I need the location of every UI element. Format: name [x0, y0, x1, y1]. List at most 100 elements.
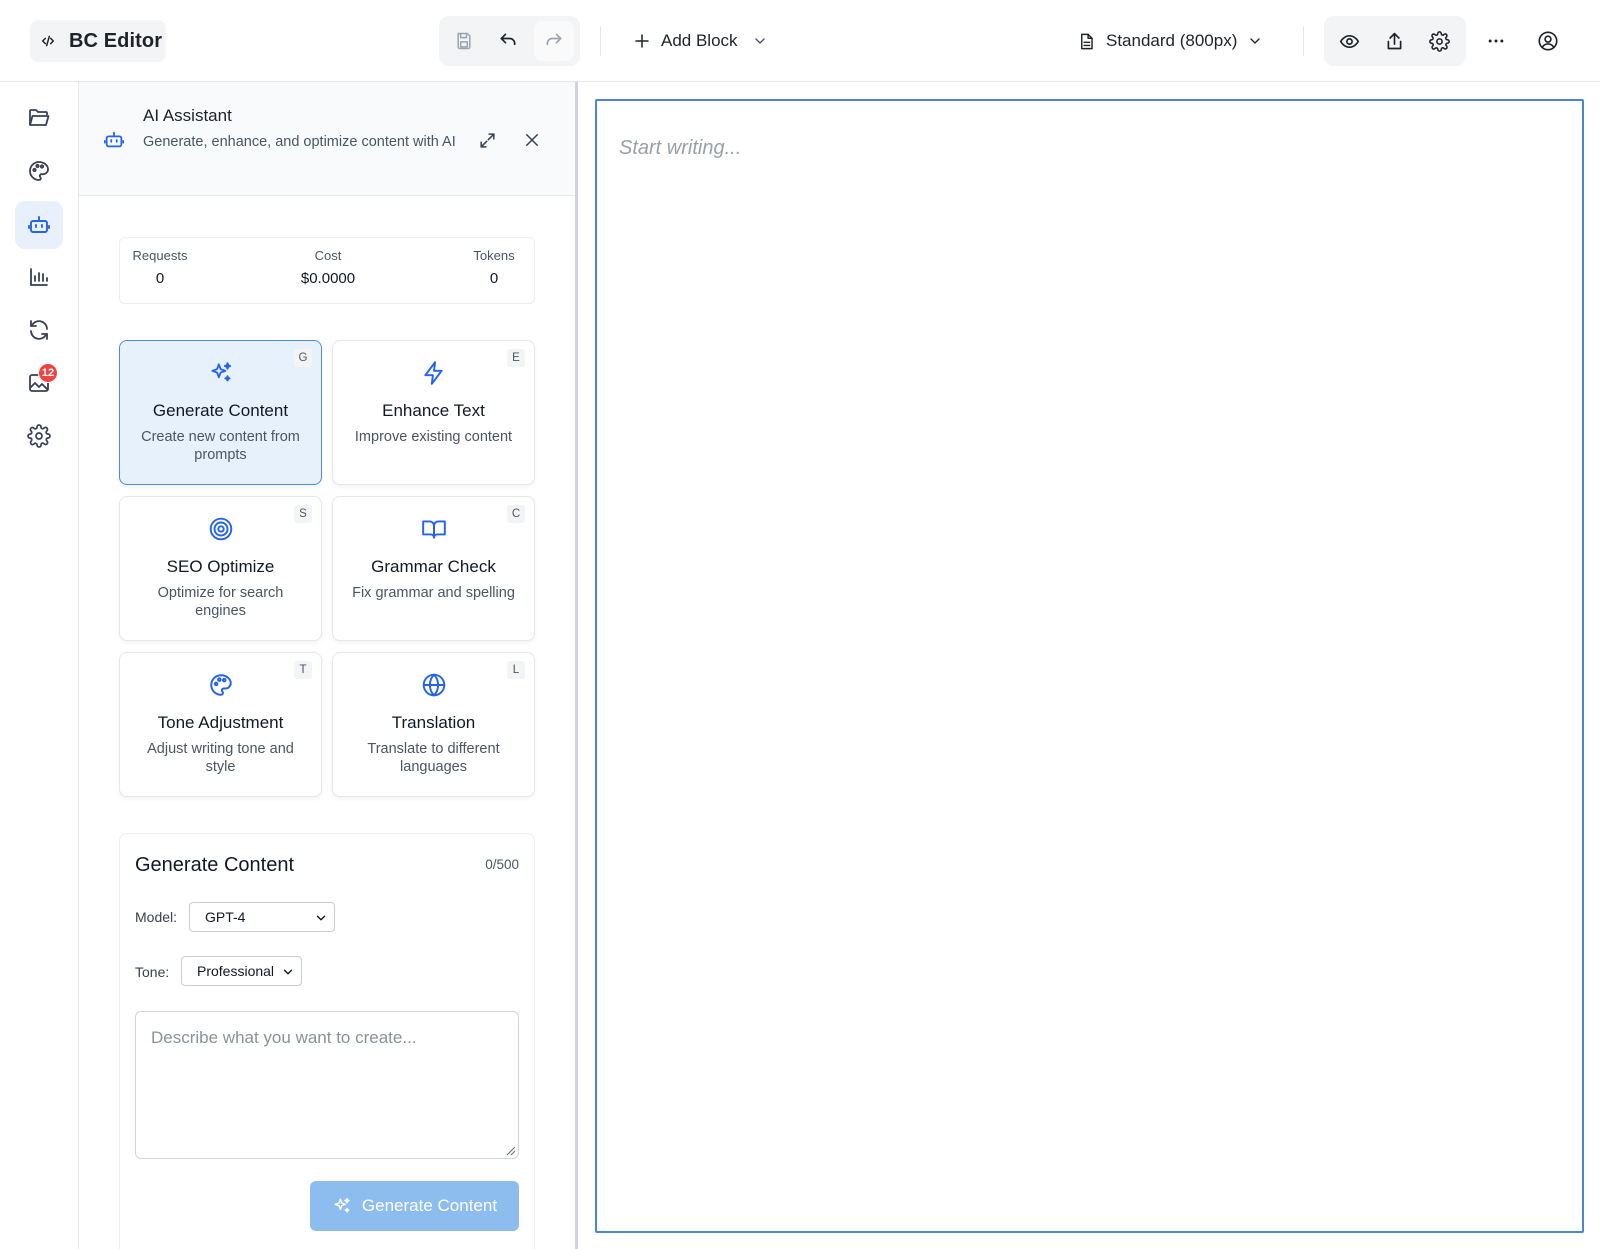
tool-description: Adjust writing tone and style: [147, 741, 294, 775]
tool-title: Enhance Text: [382, 401, 485, 420]
tool-card-generate-content[interactable]: G Generate Content Create new content fr…: [119, 340, 322, 485]
panel-subtitle: Generate, enhance, and optimize content …: [143, 134, 456, 150]
rail-item-media[interactable]: 12: [15, 359, 63, 407]
export-button[interactable]: [1377, 24, 1411, 58]
rail-item-analytics[interactable]: [15, 253, 63, 301]
user-circle-icon: [1538, 31, 1558, 51]
redo-icon: [546, 33, 562, 46]
cost-stat: Cost $0.0000: [300, 248, 356, 287]
rail-item-sync[interactable]: [15, 306, 63, 354]
generate-form: Generate Content 0/500 Model: GPT-4 Tone…: [119, 833, 535, 1249]
generate-content-button[interactable]: Generate Content: [310, 1181, 519, 1231]
model-value: GPT-4: [205, 909, 246, 925]
app-brand[interactable]: BC Editor: [30, 20, 166, 62]
tool-card-tone-adjustment[interactable]: T Tone Adjustment Adjust writing tone an…: [119, 652, 322, 797]
requests-stat: Requests 0: [132, 248, 188, 287]
tool-card-enhance-text[interactable]: E Enhance Text Improve existing content: [332, 340, 535, 485]
tool-description: Improve existing content: [354, 429, 513, 445]
toolbar-divider: [600, 26, 601, 56]
rail-item-settings[interactable]: [15, 412, 63, 460]
gear-icon: [27, 424, 51, 448]
resize-grip-icon[interactable]: [504, 1144, 516, 1156]
page-size-dropdown[interactable]: Standard (800px): [1077, 26, 1263, 56]
left-rail: 12: [0, 82, 79, 1249]
robot-icon: [103, 129, 125, 151]
tool-description: Optimize for search engines: [157, 585, 284, 619]
tone-select[interactable]: Professional: [181, 956, 302, 986]
folder-icon: [29, 109, 50, 126]
rail-item-ai-assistant[interactable]: [15, 201, 63, 249]
tool-title: SEO Optimize: [166, 557, 275, 576]
prompt-textarea[interactable]: Describe what you want to create...: [135, 1011, 519, 1159]
top-toolbar: BC Editor Add Block Standard (800px): [0, 0, 1600, 82]
globe-icon: [333, 672, 534, 698]
add-block-button[interactable]: Add Block: [633, 26, 768, 56]
target-icon: [120, 516, 321, 542]
redo-button[interactable]: [534, 21, 574, 61]
tool-description: Translate to different languages: [367, 741, 500, 775]
undo-button[interactable]: [488, 21, 528, 61]
tool-card-translation[interactable]: L Translation Translate to different lan…: [332, 652, 535, 797]
tool-title: Tone Adjustment: [157, 713, 284, 732]
app-title: BC Editor: [69, 29, 163, 52]
account-button[interactable]: [1531, 24, 1565, 58]
book-icon: [333, 516, 534, 542]
toolbar-divider: [1303, 26, 1304, 56]
chevron-down-icon: [281, 965, 295, 979]
editor-content-area[interactable]: Start writing...: [595, 99, 1584, 1233]
undo-icon: [500, 33, 516, 46]
usage-stats: Requests 0 Cost $0.0000 Tokens 0: [119, 237, 535, 304]
generate-button-label: Generate Content: [361, 1196, 498, 1215]
page-size-label: Standard (800px): [1106, 31, 1238, 50]
sparkles-icon: [120, 360, 321, 386]
tone-label: Tone:: [135, 964, 170, 980]
refresh-icon: [30, 320, 48, 340]
chevron-down-icon: [752, 33, 768, 49]
bar-chart-icon: [30, 268, 48, 286]
panel-title: AI Assistant: [143, 106, 232, 125]
add-block-label: Add Block: [661, 31, 738, 50]
settings-button[interactable]: [1422, 24, 1456, 58]
code-icon: [40, 33, 56, 49]
expand-panel-button[interactable]: [473, 126, 501, 154]
model-label: Model:: [135, 909, 178, 925]
expand-icon: [479, 132, 495, 148]
panel-header: AI Assistant Generate, enhance, and opti…: [79, 82, 575, 196]
chevron-down-icon: [1247, 33, 1263, 49]
close-icon: [526, 134, 538, 146]
rail-item-themes[interactable]: [15, 147, 63, 195]
robot-icon: [28, 216, 50, 233]
form-title: Generate Content: [135, 854, 294, 876]
tone-value: Professional: [197, 963, 275, 979]
palette-icon: [29, 161, 49, 181]
char-counter: 0/500: [485, 857, 519, 872]
tool-card-grammar-check[interactable]: C Grammar Check Fix grammar and spelling: [332, 496, 535, 641]
prompt-placeholder: Describe what you want to create...: [151, 1028, 417, 1047]
chevron-down-icon: [314, 911, 328, 925]
eye-icon: [1339, 34, 1359, 48]
rail-item-files[interactable]: [15, 94, 63, 142]
tokens-stat: Tokens 0: [473, 248, 515, 287]
media-count-badge: 12: [38, 363, 58, 383]
share-icon: [1387, 32, 1401, 49]
tool-title: Generate Content: [152, 401, 289, 420]
more-horizontal-icon: [1488, 39, 1504, 43]
more-options-button[interactable]: [1479, 24, 1513, 58]
plus-icon: [633, 32, 651, 50]
tool-card-seo-optimize[interactable]: S SEO Optimize Optimize for search engin…: [119, 496, 322, 641]
palette-icon: [120, 672, 321, 698]
close-panel-button[interactable]: [518, 126, 546, 154]
tool-title: Grammar Check: [371, 557, 496, 576]
view-actions-group: [1324, 16, 1466, 66]
gear-icon: [1428, 30, 1450, 52]
save-button[interactable]: [444, 21, 484, 61]
tool-title: Translation: [391, 713, 476, 732]
save-icon: [457, 32, 471, 50]
preview-button[interactable]: [1332, 24, 1366, 58]
history-group: [439, 16, 580, 66]
model-select[interactable]: GPT-4: [189, 902, 335, 932]
tool-description: Create new content from prompts: [141, 429, 300, 463]
ai-assistant-panel: AI Assistant Generate, enhance, and opti…: [79, 82, 575, 1249]
document-icon: [1077, 32, 1096, 51]
editor-placeholder: Start writing...: [619, 137, 742, 159]
